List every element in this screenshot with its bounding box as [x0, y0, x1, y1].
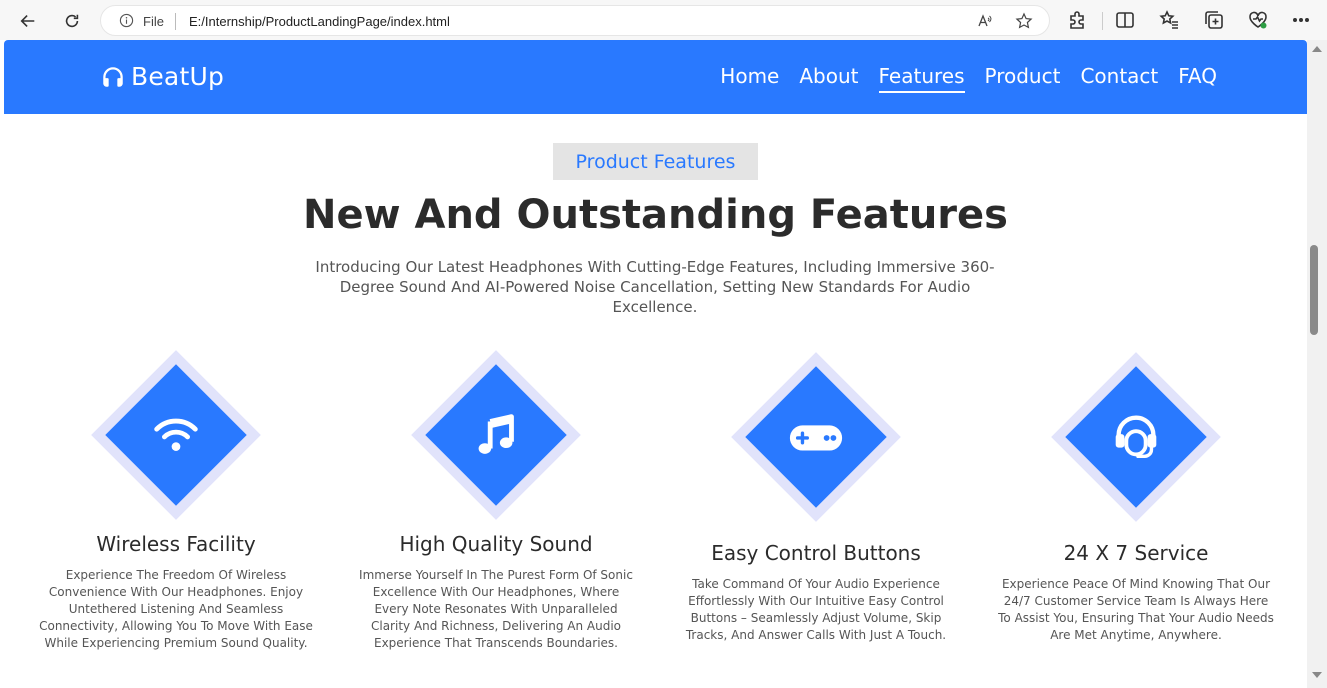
- gamepad-icon: [786, 407, 846, 467]
- music-note-icon: [466, 405, 526, 465]
- feature-badge-sound: [411, 350, 581, 520]
- address-divider: [175, 13, 176, 30]
- more-menu-button[interactable]: [1290, 9, 1312, 31]
- puzzle-icon: [1070, 11, 1084, 29]
- section-heading: New And Outstanding Features: [303, 192, 1008, 238]
- nav-about[interactable]: About: [799, 64, 858, 93]
- section-intro: Introducing Our Latest Headphones With C…: [315, 258, 995, 316]
- toolbar-divider: [1102, 12, 1103, 30]
- page-scrollbar[interactable]: [1307, 40, 1327, 688]
- back-arrow-icon: [20, 15, 35, 27]
- collections-button[interactable]: [1203, 9, 1225, 31]
- scroll-up-arrow-icon[interactable]: [1312, 46, 1322, 52]
- favorites-list-icon: [1159, 10, 1178, 29]
- back-button[interactable]: [13, 6, 43, 36]
- feature-title: 24 X 7 Service: [1063, 541, 1209, 565]
- scroll-down-arrow-icon[interactable]: [1312, 672, 1322, 678]
- feature-title: Easy Control Buttons: [711, 541, 921, 565]
- reload-icon: [65, 14, 79, 28]
- more-dots-icon: [1292, 18, 1310, 23]
- feature-badge-controls: [731, 352, 901, 522]
- feature-badge-service: [1051, 352, 1221, 522]
- main-nav: Home About Features Product Contact FAQ: [700, 64, 1217, 93]
- info-icon[interactable]: [119, 13, 134, 28]
- split-screen-icon: [1116, 12, 1134, 28]
- brand-logo[interactable]: BeatUp: [100, 62, 224, 91]
- feature-description: Take Command Of Your Audio Experience Ef…: [685, 577, 947, 642]
- extensions-button[interactable]: [1066, 9, 1088, 31]
- read-aloud-icon[interactable]: [976, 12, 994, 30]
- feature-description: Immerse Yourself In The Purest Form Of S…: [359, 568, 633, 650]
- browser-essentials-button[interactable]: [1247, 9, 1269, 31]
- file-label: File: [143, 14, 164, 29]
- url-text[interactable]: E:/Internship/ProductLandingPage/index.h…: [189, 14, 450, 29]
- nav-faq[interactable]: FAQ: [1178, 64, 1217, 93]
- heart-pulse-icon: [1249, 11, 1267, 29]
- page-viewport: BeatUp Home About Features Product Conta…: [4, 40, 1307, 685]
- browser-toolbar: File E:/Internship/ProductLandingPage/in…: [0, 0, 1327, 40]
- wifi-icon: [146, 405, 206, 465]
- nav-home[interactable]: Home: [720, 64, 779, 93]
- address-bar[interactable]: File E:/Internship/ProductLandingPage/in…: [100, 5, 1050, 36]
- site-header: BeatUp Home About Features Product Conta…: [4, 40, 1307, 114]
- favorites-button[interactable]: [1158, 9, 1180, 31]
- nav-product[interactable]: Product: [985, 64, 1061, 93]
- headset-icon: [1106, 407, 1166, 467]
- feature-badge-wireless: [91, 350, 261, 520]
- brand-name: BeatUp: [131, 62, 225, 91]
- favorite-star-icon[interactable]: [1015, 12, 1033, 30]
- feature-description: Experience Peace Of Mind Knowing That Ou…: [998, 577, 1274, 642]
- collections-icon: [1205, 11, 1223, 29]
- section-tag: Product Features: [553, 143, 758, 180]
- nav-contact[interactable]: Contact: [1080, 64, 1158, 93]
- headphones-icon: [103, 66, 123, 87]
- feature-title: High Quality Sound: [399, 532, 593, 556]
- scrollbar-thumb[interactable]: [1310, 245, 1318, 335]
- feature-title: Wireless Facility: [96, 532, 256, 556]
- reload-button[interactable]: [57, 6, 87, 36]
- feature-description: Experience The Freedom Of Wireless Conve…: [39, 568, 313, 650]
- split-screen-button[interactable]: [1114, 9, 1136, 31]
- nav-features[interactable]: Features: [878, 64, 965, 93]
